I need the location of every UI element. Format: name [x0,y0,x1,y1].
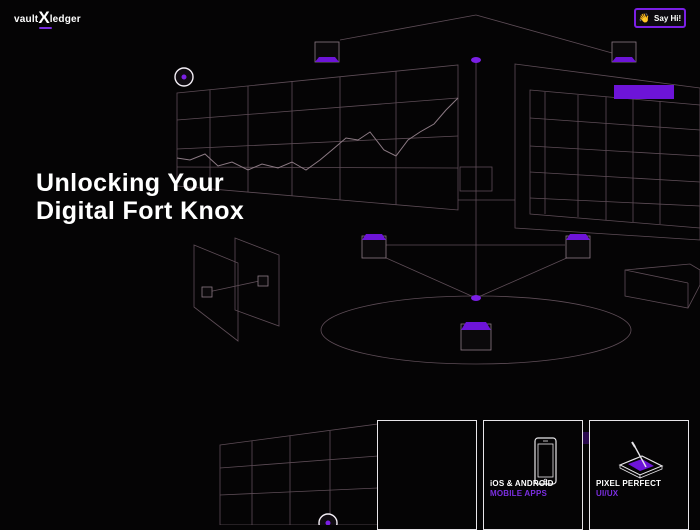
say-hi-button[interactable]: 👋 Say Hi! [634,8,686,28]
service-card-mobile-apps[interactable]: iOS & ANDROID MOBILE APPS [483,420,583,530]
service-card-empty[interactable] [377,420,477,530]
service-card-subtitle: UI/UX [596,489,619,498]
service-card-title: PIXEL PERFECT [596,479,662,488]
service-card-ui-ux[interactable]: PIXEL PERFECT UI/UX [589,420,689,530]
waving-hand-icon: 👋 [638,12,651,23]
service-card-subtitle: MOBILE APPS [490,489,548,498]
hero-headline: Unlocking Your Digital Fort Knox [36,169,244,225]
say-hi-label: Say Hi! [654,13,682,23]
service-card-title: iOS & ANDROID [490,479,554,488]
brand-logo[interactable]: vault X ledger [14,8,81,29]
logo-text-vault: vault [14,14,39,25]
services-cards: iOS & ANDROID MOBILE APPS PIXEL PERFECT … [377,420,689,530]
logo-text-ledger: ledger [49,14,81,25]
hero-headline-line1: Unlocking Your [36,169,225,197]
hero-headline-line2: Digital Fort Knox [36,197,245,225]
logo-text-x: X [38,8,53,29]
